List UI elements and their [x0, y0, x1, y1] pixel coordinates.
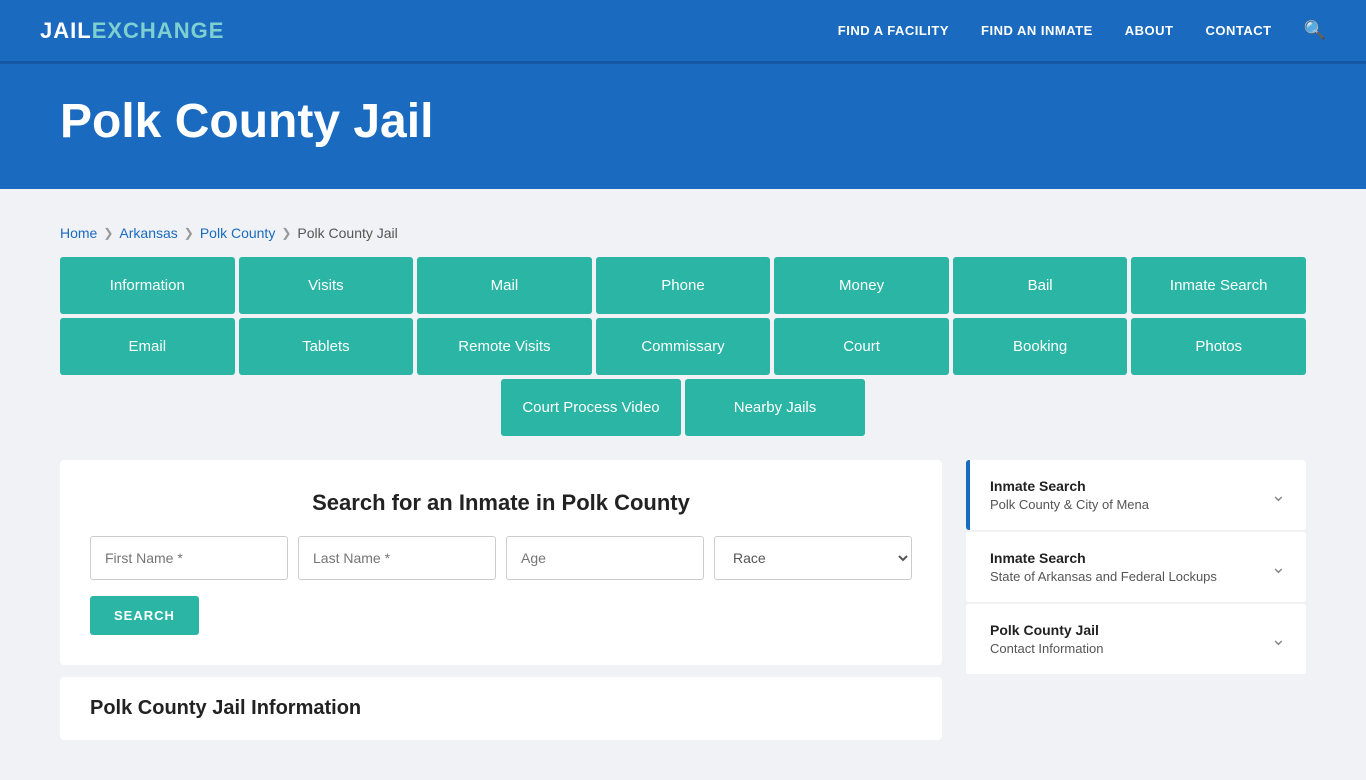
sidebar-card-polk[interactable]: Inmate Search Polk County & City of Mena… [966, 460, 1306, 530]
page-title: Polk County Jail [60, 94, 1306, 149]
btn-booking[interactable]: Booking [953, 318, 1128, 375]
nav-links: FIND A FACILITY FIND AN INMATE ABOUT CON… [838, 20, 1326, 41]
breadcrumb: Home ❯ Arkansas ❯ Polk County ❯ Polk Cou… [60, 209, 1306, 257]
search-button[interactable]: SEARCH [90, 596, 199, 635]
sidebar-card-arkansas-subtitle: State of Arkansas and Federal Lockups [990, 569, 1217, 584]
btn-mail[interactable]: Mail [417, 257, 592, 314]
btn-court[interactable]: Court [774, 318, 949, 375]
sidebar-card-polk-text: Inmate Search Polk County & City of Mena [990, 478, 1149, 512]
btn-nearby-jails[interactable]: Nearby Jails [685, 379, 865, 436]
btn-information[interactable]: Information [60, 257, 235, 314]
sidebar-card-arkansas-text: Inmate Search State of Arkansas and Fede… [990, 550, 1217, 584]
btn-phone[interactable]: Phone [596, 257, 771, 314]
logo-exchange: EXCHANGE [92, 18, 225, 44]
breadcrumb-sep-1: ❯ [103, 226, 113, 240]
search-title: Search for an Inmate in Polk County [90, 490, 912, 516]
info-section: Polk County Jail Information [60, 677, 942, 740]
sidebar-card-arkansas[interactable]: Inmate Search State of Arkansas and Fede… [966, 532, 1306, 602]
main-layout: Search for an Inmate in Polk County Race… [60, 460, 1306, 740]
sidebar-card-polk-subtitle: Polk County & City of Mena [990, 497, 1149, 512]
breadcrumb-arkansas[interactable]: Arkansas [119, 225, 177, 241]
btn-photos[interactable]: Photos [1131, 318, 1306, 375]
sidebar-card-contact-text: Polk County Jail Contact Information [990, 622, 1103, 656]
navbar: JAIL EXCHANGE FIND A FACILITY FIND AN IN… [0, 0, 1366, 64]
btn-money[interactable]: Money [774, 257, 949, 314]
search-panel: Search for an Inmate in Polk County Race… [60, 460, 942, 665]
search-icon-button[interactable]: 🔍 [1304, 20, 1326, 41]
btn-visits[interactable]: Visits [239, 257, 414, 314]
nav-buttons-row3: Court Process Video Nearby Jails [60, 379, 1306, 436]
breadcrumb-sep-3: ❯ [281, 226, 291, 240]
btn-email[interactable]: Email [60, 318, 235, 375]
logo-jail: JAIL [40, 18, 92, 44]
sidebar: Inmate Search Polk County & City of Mena… [966, 460, 1306, 674]
search-form: Race White Black Hispanic Asian Other [90, 536, 912, 580]
btn-remote-visits[interactable]: Remote Visits [417, 318, 592, 375]
nav-find-facility[interactable]: FIND A FACILITY [838, 23, 949, 38]
btn-court-process-video[interactable]: Court Process Video [501, 379, 681, 436]
content-area: Home ❯ Arkansas ❯ Polk County ❯ Polk Cou… [0, 189, 1366, 780]
btn-inmate-search[interactable]: Inmate Search [1131, 257, 1306, 314]
info-title: Polk County Jail Information [90, 697, 912, 720]
first-name-input[interactable] [90, 536, 288, 580]
btn-tablets[interactable]: Tablets [239, 318, 414, 375]
sidebar-card-contact[interactable]: Polk County Jail Contact Information ⌄ [966, 604, 1306, 674]
last-name-input[interactable] [298, 536, 496, 580]
sidebar-card-contact-title: Polk County Jail [990, 622, 1103, 638]
btn-commissary[interactable]: Commissary [596, 318, 771, 375]
age-input[interactable] [506, 536, 704, 580]
chevron-down-icon-polk: ⌄ [1271, 485, 1286, 506]
nav-buttons-row1: Information Visits Mail Phone Money Bail… [60, 257, 1306, 314]
nav-about[interactable]: ABOUT [1125, 23, 1174, 38]
nav-find-inmate[interactable]: FIND AN INMATE [981, 23, 1093, 38]
breadcrumb-sep-2: ❯ [184, 226, 194, 240]
breadcrumb-polk-county[interactable]: Polk County [200, 225, 275, 241]
sidebar-card-contact-subtitle: Contact Information [990, 641, 1103, 656]
btn-bail[interactable]: Bail [953, 257, 1128, 314]
chevron-down-icon-contact: ⌄ [1271, 629, 1286, 650]
hero-section: Polk County Jail [0, 64, 1366, 189]
breadcrumb-home[interactable]: Home [60, 225, 97, 241]
breadcrumb-current: Polk County Jail [297, 225, 397, 241]
sidebar-card-arkansas-title: Inmate Search [990, 550, 1217, 566]
chevron-down-icon-arkansas: ⌄ [1271, 557, 1286, 578]
nav-contact[interactable]: CONTACT [1205, 23, 1271, 38]
race-select[interactable]: Race White Black Hispanic Asian Other [714, 536, 912, 580]
sidebar-card-polk-title: Inmate Search [990, 478, 1149, 494]
site-logo[interactable]: JAIL EXCHANGE [40, 18, 224, 44]
nav-buttons-row2: Email Tablets Remote Visits Commissary C… [60, 318, 1306, 375]
